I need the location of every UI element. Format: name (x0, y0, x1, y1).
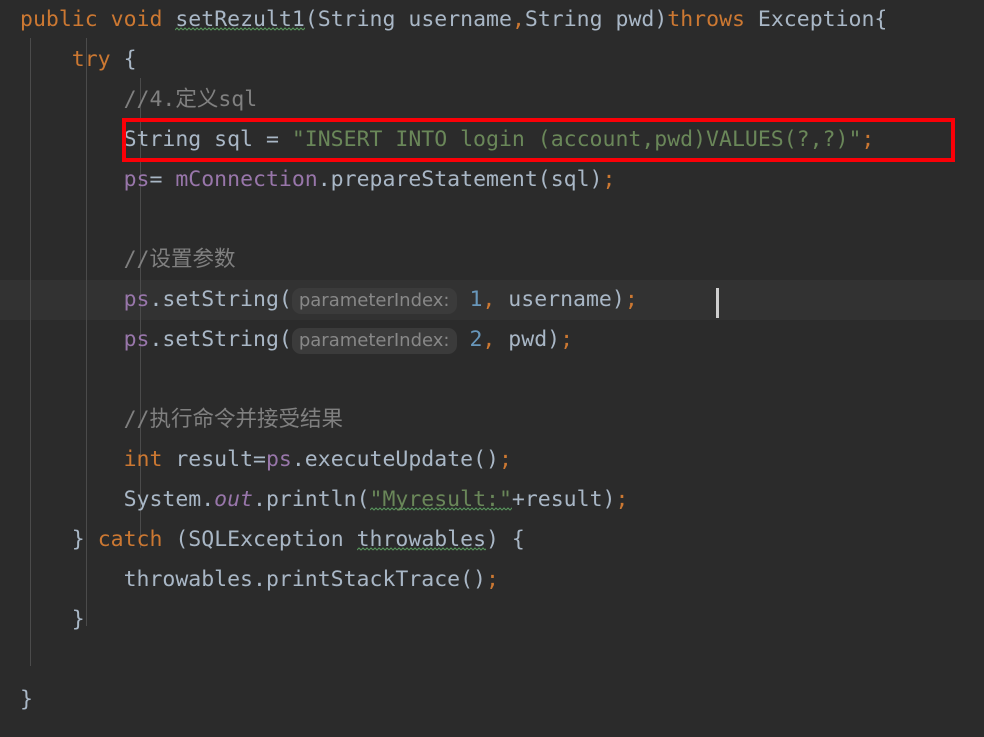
code-token: throwables.printStackTrace() (123, 567, 486, 592)
code-token: } (71, 607, 85, 632)
code-token: public (20, 7, 98, 32)
code-token: username (395, 7, 512, 32)
code-text[interactable]: public void setRezult1(String username,S… (0, 0, 887, 720)
code-token: throws (667, 7, 745, 32)
code-token: try (71, 47, 111, 72)
code-token: ) { (486, 527, 525, 552)
code-line[interactable]: System.out.println("Myresult:"+result); (0, 480, 887, 520)
code-token: Exception{ (744, 7, 888, 32)
parameter-hint-chip[interactable]: parameterIndex: (291, 288, 457, 314)
code-token: = (149, 167, 176, 192)
code-line[interactable]: ps.setString(parameterIndex: 1, username… (0, 280, 887, 320)
code-token: throwables (356, 527, 487, 552)
code-line[interactable]: public void setRezult1(String username,S… (0, 0, 887, 40)
code-token: "INSERT INTO login (account,pwd)VALUES(?… (291, 127, 862, 152)
code-token: , (482, 327, 496, 352)
code-token: result= (162, 447, 266, 472)
code-line[interactable]: //4.定义sql (0, 80, 887, 120)
code-line[interactable]: ​ (0, 200, 887, 240)
code-token: 2 (469, 327, 483, 352)
code-token: out (214, 487, 254, 512)
code-token: String sql = (123, 127, 292, 152)
code-token: .println( (253, 487, 370, 512)
code-token: ps (265, 447, 292, 472)
code-line[interactable]: //设置参数 (0, 240, 887, 280)
code-line[interactable]: //执行命令并接受结果 (0, 400, 887, 440)
code-line[interactable]: try { (0, 40, 887, 80)
code-token: .executeUpdate() (291, 447, 499, 472)
code-token: pwd) (495, 327, 561, 352)
code-token: ; (498, 447, 512, 472)
code-token: mConnection (175, 167, 318, 192)
parameter-hint-chip[interactable]: parameterIndex: (291, 328, 457, 354)
code-line[interactable]: ​ (0, 640, 887, 680)
code-line[interactable]: } catch (SQLException throwables) { (0, 520, 887, 560)
code-line[interactable]: ps= mConnection.prepareStatement(sql); (0, 160, 887, 200)
code-editor-canvas[interactable]: public void setRezult1(String username,S… (0, 0, 984, 737)
code-token: String (524, 7, 603, 32)
code-token: 1 (469, 287, 483, 312)
code-token: ; (486, 567, 499, 592)
code-line[interactable]: ps.setString(parameterIndex: 2, pwd); (0, 320, 887, 360)
code-token: //4.定义sql (123, 87, 258, 112)
code-line[interactable]: throwables.printStackTrace(); (0, 560, 887, 600)
code-token: ; (624, 287, 638, 312)
code-token: , (511, 7, 525, 32)
code-line[interactable]: ​ (0, 360, 887, 400)
code-token: void (110, 7, 163, 32)
code-token: { (110, 47, 137, 72)
code-token: +result) (511, 487, 616, 512)
code-line[interactable]: } (0, 680, 887, 720)
code-token: ; (861, 127, 875, 152)
code-token: ; (560, 327, 574, 352)
code-token: System. (123, 487, 215, 512)
code-token: , (482, 287, 496, 312)
code-token: String (317, 7, 396, 32)
code-token: ; (615, 487, 629, 512)
code-token: } (20, 687, 33, 712)
code-token: pwd (602, 7, 655, 32)
code-token: ( (304, 7, 318, 32)
code-token: .prepareStatement(sql) (317, 167, 603, 192)
code-token: .setString( (149, 287, 292, 312)
code-token: setRezult1 (175, 7, 305, 32)
code-token: ps (123, 287, 150, 312)
code-token: catch (97, 527, 163, 552)
code-token: ) (654, 7, 668, 32)
code-token: //设置参数 (123, 247, 236, 272)
code-token: (SQLException (162, 527, 357, 552)
code-token: //执行命令并接受结果 (123, 407, 343, 432)
code-line[interactable]: String sql = "INSERT INTO login (account… (0, 120, 887, 160)
code-token: "Myresult:" (369, 487, 512, 512)
code-token: .setString( (149, 327, 292, 352)
code-token: username) (495, 287, 625, 312)
code-line[interactable]: } (0, 600, 887, 640)
code-token: ps (123, 167, 150, 192)
text-caret (716, 288, 719, 318)
code-token: ps (123, 327, 150, 352)
code-token: } (71, 527, 85, 552)
code-token: int (123, 447, 163, 472)
code-token: ; (602, 167, 616, 192)
code-line[interactable]: int result=ps.executeUpdate(); (0, 440, 887, 480)
